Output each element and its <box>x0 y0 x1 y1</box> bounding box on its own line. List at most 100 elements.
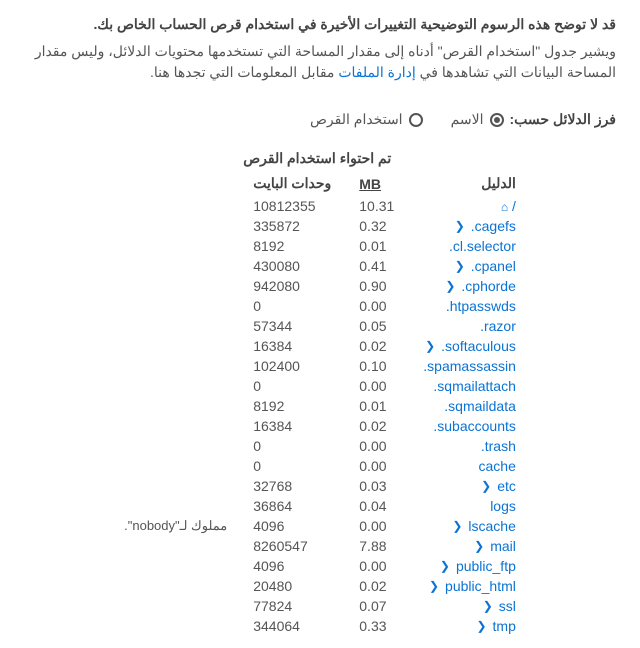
directory-link[interactable]: tmp <box>493 618 516 634</box>
intro-heading: قد لا توضح هذه الرسوم التوضيحية التغييرا… <box>24 16 616 33</box>
expand-arrow-icon[interactable]: ❯ <box>483 599 493 613</box>
directory-link[interactable]: ⌂ / <box>501 198 516 214</box>
bytes-value: 942080 <box>235 276 351 296</box>
bytes-header: وحدات البايت <box>235 171 351 196</box>
radio-unselected-icon <box>409 113 423 127</box>
bytes-value: 20480 <box>235 576 351 596</box>
file-manager-link[interactable]: إدارة الملفات <box>338 64 415 80</box>
mb-value: 0.00 <box>351 556 399 576</box>
table-row: ❯etc0.0332768 <box>116 476 524 496</box>
table-row: ❯.cagefs0.32335872 <box>116 216 524 236</box>
radio-selected-icon <box>490 113 504 127</box>
directory-link[interactable]: .razor <box>480 318 516 334</box>
expand-arrow-icon[interactable]: ❯ <box>481 479 491 493</box>
mb-value: 0.04 <box>351 496 399 516</box>
mb-value: 7.88 <box>351 536 399 556</box>
sort-disk-label: استخدام القرص <box>310 111 403 128</box>
table-row: ❯lscache0.004096مملوك لـ"nobody". <box>116 516 524 536</box>
row-note <box>116 416 235 436</box>
table-row: ❯ .cphorde 0.90942080 <box>116 276 524 296</box>
expand-arrow-icon[interactable]: ❯ <box>440 559 450 573</box>
expand-arrow-icon[interactable]: ❯ <box>477 619 487 633</box>
mb-value: 0.00 <box>351 456 399 476</box>
directory-link[interactable]: .subaccounts <box>433 418 516 434</box>
bytes-value: 8192 <box>235 396 351 416</box>
expand-arrow-icon[interactable]: ❯ <box>425 339 435 353</box>
mb-value: 0.90 <box>351 276 399 296</box>
row-note <box>116 336 235 356</box>
bytes-value: 10812355 <box>235 196 351 216</box>
directory-link[interactable]: cache <box>479 458 516 474</box>
directory-link[interactable]: .spamassassin <box>423 358 516 374</box>
mb-value: 0.00 <box>351 296 399 316</box>
mb-value: 0.01 <box>351 236 399 256</box>
sort-by-name[interactable]: فرز الدلائل حسب: الاسم <box>451 111 616 128</box>
directory-link[interactable]: .cphorde <box>461 278 515 294</box>
mb-header: MB <box>351 171 399 196</box>
bytes-value: 32768 <box>235 476 351 496</box>
table-row: ❯.softaculous0.0216384 <box>116 336 524 356</box>
sort-controls: فرز الدلائل حسب: الاسم استخدام القرص <box>24 111 616 128</box>
bytes-value: 8192 <box>235 236 351 256</box>
row-note <box>116 476 235 496</box>
directory-link[interactable]: mail <box>490 538 516 554</box>
directory-link[interactable]: .sqmaildata <box>444 398 516 414</box>
expand-arrow-icon[interactable]: ❯ <box>445 279 455 293</box>
mb-value: 0.02 <box>351 416 399 436</box>
bytes-value: 57344 <box>235 316 351 336</box>
home-icon: ⌂ <box>501 200 508 214</box>
bytes-value: 8260547 <box>235 536 351 556</box>
directory-link[interactable]: .trash <box>481 438 516 454</box>
mb-value: 0.00 <box>351 376 399 396</box>
directory-link[interactable]: .cagefs <box>471 218 516 234</box>
table-row: ❯ mail 7.888260547 <box>116 536 524 556</box>
directory-link[interactable]: .cpanel <box>471 258 516 274</box>
dir-header: الدليل <box>399 171 524 196</box>
row-note <box>116 456 235 476</box>
bytes-value: 4096 <box>235 516 351 536</box>
expand-arrow-icon[interactable]: ❯ <box>455 259 465 273</box>
bytes-value: 77824 <box>235 596 351 616</box>
mb-value: 0.02 <box>351 576 399 596</box>
bytes-value: 16384 <box>235 336 351 356</box>
bytes-value: 0 <box>235 456 351 476</box>
bytes-value: 430080 <box>235 256 351 276</box>
directory-link[interactable]: .softaculous <box>441 338 516 354</box>
sort-by-disk[interactable]: استخدام القرص <box>310 111 423 128</box>
row-note <box>116 576 235 596</box>
directory-link[interactable]: .cl.selector <box>449 238 516 254</box>
row-note <box>116 356 235 376</box>
expand-arrow-icon[interactable]: ❯ <box>474 539 484 553</box>
directory-link[interactable]: .sqmailattach <box>433 378 515 394</box>
bytes-value: 0 <box>235 296 351 316</box>
expand-arrow-icon[interactable]: ❯ <box>455 219 465 233</box>
mb-value: 0.01 <box>351 396 399 416</box>
expand-arrow-icon[interactable]: ❯ <box>452 519 462 533</box>
directory-link[interactable]: lscache <box>468 518 515 534</box>
row-note <box>116 616 235 636</box>
row-note <box>116 236 235 256</box>
expand-arrow-icon[interactable]: ❯ <box>429 579 439 593</box>
mb-value: 0.00 <box>351 436 399 456</box>
table-row: ❯public_ftp0.004096 <box>116 556 524 576</box>
row-note <box>116 216 235 236</box>
mb-value: 0.00 <box>351 516 399 536</box>
row-note <box>116 496 235 516</box>
directory-link[interactable]: public_ftp <box>456 558 516 574</box>
bytes-value: 36864 <box>235 496 351 516</box>
mb-value: 0.05 <box>351 316 399 336</box>
directory-link[interactable]: etc <box>497 478 516 494</box>
table-row: ❯.cpanel0.41430080 <box>116 256 524 276</box>
directory-link[interactable]: ssl <box>499 598 516 614</box>
table-row: ❯ssl0.0777824 <box>116 596 524 616</box>
row-note <box>116 316 235 336</box>
bytes-value: 0 <box>235 376 351 396</box>
directory-link[interactable]: .htpasswds <box>446 298 516 314</box>
row-note <box>116 256 235 276</box>
sort-label: فرز الدلائل حسب: <box>510 111 617 128</box>
directory-link[interactable]: public_html <box>445 578 516 594</box>
table-row: logs 0.0436864 <box>116 496 524 516</box>
table-row: .subaccounts0.0216384 <box>116 416 524 436</box>
row-note <box>116 196 235 216</box>
directory-link[interactable]: logs <box>490 498 516 514</box>
